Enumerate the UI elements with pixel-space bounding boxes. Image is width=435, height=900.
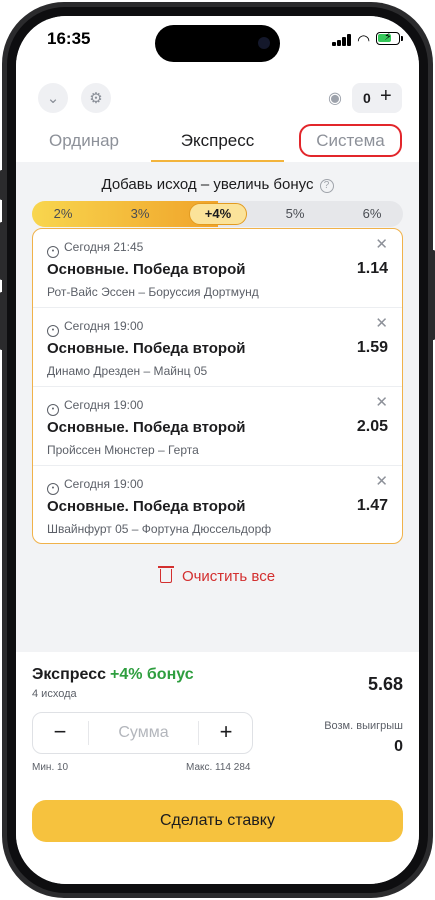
battery-charging-icon: ⚡ [376,31,403,45]
max-stake: Макс. 114 284 [186,762,251,773]
bet-item: • Сегодня 19:00 ✕ Основные. Победа второй… [33,308,402,387]
bet-item: • Сегодня 21:45 ✕ Основные. Победа второй… [33,229,402,308]
close-icon[interactable]: ✕ [375,235,388,253]
close-icon[interactable]: ✕ [375,314,388,332]
collapse-button[interactable]: ⌄ [38,83,68,113]
settings-button[interactable]: ⚙ [81,83,111,113]
close-icon[interactable]: ✕ [375,472,388,490]
side-button-volume-up [0,222,3,280]
wifi-icon: ◠ [357,32,371,49]
place-bet-button[interactable]: Сделать ставку [32,800,403,842]
camera-icon [258,37,270,49]
bet-odds: 1.59 [356,339,388,356]
bet-market: Основные. Победа второй [47,498,246,515]
bonus-level-current: +4% [189,203,247,225]
trash-icon [157,566,174,583]
side-button-action [0,170,3,200]
bet-item: • Сегодня 19:00 ✕ Основные. Победа второй… [33,387,402,466]
bonus-badge: +4% бонус [110,666,194,683]
bet-market: Основные. Победа второй [47,419,246,436]
increase-stake-button[interactable]: + [199,713,253,753]
bet-type-tabs: Ординар Экспресс Система [16,122,419,162]
active-tab-indicator [151,160,284,162]
header: ⌄ ⚙ ◉ 0 + Ординар Экспресс Система [16,66,419,162]
bet-market: Основные. Победа второй [47,261,246,278]
bet-match: Рот-Вайс Эссен – Боруссия Дортмунд [47,285,259,299]
side-button-volume-down [0,292,3,350]
status-time: 16:35 [47,29,91,48]
soccer-ball-icon: • [47,246,59,258]
bonus-level-5: 5% [285,206,305,221]
gear-icon: ⚙ [89,90,103,107]
event-time-text: Сегодня 21:45 [64,240,144,254]
dynamic-island [155,25,280,62]
bet-counter[interactable]: 0 + [352,83,402,113]
bet-match: Динамо Дрезден – Майнц 05 [47,364,208,378]
bet-slip-sheet: Экспресс+4% бонус 4 исхода 5.68 − + Мин.… [16,652,419,884]
chevron-down-icon: ⌄ [46,90,60,107]
outcomes-count: 4 исхода [32,688,77,700]
stake-stepper: − + [32,712,253,754]
clear-all-label: Очистить все [181,568,276,585]
possible-win-label: Возм. выигрыш [324,720,403,732]
soccer-ball-icon: • [47,483,59,495]
possible-win-value: 0 [394,738,403,755]
bet-odds: 2.05 [356,418,388,435]
bet-odds: 1.14 [356,260,388,277]
bonus-level-2: 2% [53,206,73,221]
soccer-ball-icon: • [47,404,59,416]
bet-odds: 1.47 [356,497,388,514]
soccer-ball-icon: • [47,325,59,337]
counter-value: 0 [363,90,371,106]
eye-icon[interactable]: ◉ [328,88,342,108]
bet-market: Основные. Победа второй [47,340,246,357]
event-time-text: Сегодня 19:00 [64,398,144,412]
tab-single[interactable]: Ординар [32,122,136,162]
bonus-title-text: Добавь исход – увеличь бонус [101,176,314,193]
bonus-progress-bar: 2% 3% +4% 5% 6% [32,201,403,227]
event-time-text: Сегодня 19:00 [64,477,144,491]
signal-icon [332,34,352,46]
tab-system-highlight [299,124,402,157]
event-time: • Сегодня 19:00 [47,477,143,495]
event-time: • Сегодня 21:45 [47,240,143,258]
clear-all-button[interactable]: Очистить все [16,566,419,585]
bonus-level-3: 3% [130,206,150,221]
event-time: • Сегодня 19:00 [47,319,143,337]
bet-match: Швайнфурт 05 – Фортуна Дюссельдорф [47,522,272,536]
status-bar: 16:35 ◠ ⚡ [16,16,419,66]
decrease-stake-button[interactable]: − [33,713,87,753]
min-stake: Мин. 10 [32,762,69,773]
bet-item: • Сегодня 19:00 ✕ Основные. Победа второй… [33,466,402,543]
sheet-title-text: Экспресс [32,666,106,683]
bet-list: • Сегодня 21:45 ✕ Основные. Победа второй… [32,228,403,544]
bonus-title: Добавь исход – увеличь бонус? [16,176,419,193]
plus-icon: + [380,85,392,107]
help-icon[interactable]: ? [319,179,334,193]
event-time: • Сегодня 19:00 [47,398,143,416]
tab-express[interactable]: Экспресс [151,122,284,162]
sheet-title: Экспресс +4% бонус [32,666,194,684]
screen: 16:35 ◠ ⚡ ⌄ ⚙ ◉ 0 + Ординар Экспресс Сис… [16,16,419,884]
stake-input[interactable] [88,721,199,745]
close-icon[interactable]: ✕ [375,393,388,411]
event-time-text: Сегодня 19:00 [64,319,144,333]
bet-match: Пройссен Мюнстер – Герта [47,443,199,457]
total-odds: 5.68 [367,674,403,694]
bonus-level-6: 6% [362,206,382,221]
